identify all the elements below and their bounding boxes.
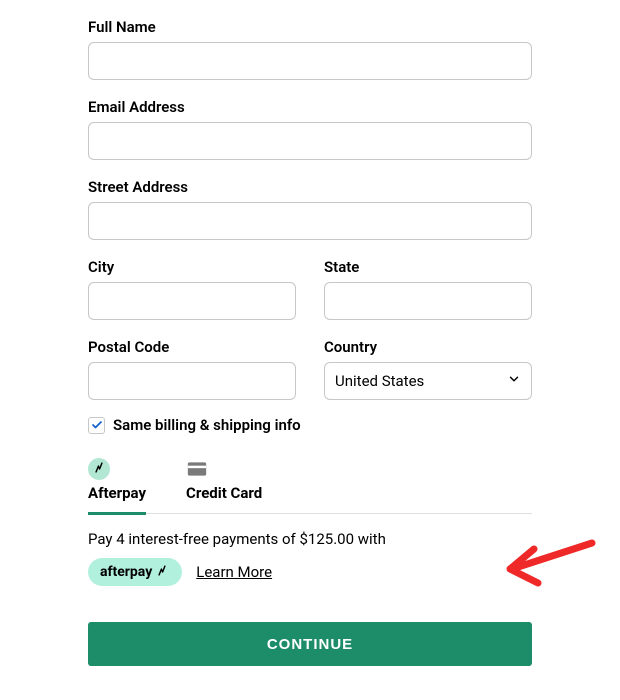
afterpay-message: Pay 4 interest-free payments of $125.00 … bbox=[88, 530, 532, 548]
city-label: City bbox=[88, 258, 296, 276]
creditcard-icon bbox=[186, 458, 208, 480]
tab-creditcard[interactable]: Credit Card bbox=[186, 454, 262, 513]
street-label: Street Address bbox=[88, 178, 532, 196]
afterpay-loop-icon bbox=[154, 565, 170, 579]
tab-creditcard-label: Credit Card bbox=[186, 484, 262, 502]
check-icon bbox=[91, 419, 103, 431]
same-billing-label: Same billing & shipping info bbox=[113, 416, 301, 434]
street-input[interactable] bbox=[88, 202, 532, 240]
payment-tabs: Afterpay Credit Card bbox=[88, 454, 532, 514]
afterpay-badge-text: afterpay bbox=[100, 564, 152, 580]
continue-button[interactable]: CONTINUE bbox=[88, 622, 532, 666]
country-value: United States bbox=[335, 372, 424, 390]
learn-more-link[interactable]: Learn More bbox=[196, 563, 272, 581]
country-label: Country bbox=[324, 338, 532, 356]
state-label: State bbox=[324, 258, 532, 276]
state-input[interactable] bbox=[324, 282, 532, 320]
full-name-label: Full Name bbox=[88, 18, 532, 36]
postal-label: Postal Code bbox=[88, 338, 296, 356]
country-select[interactable]: United States bbox=[324, 362, 532, 400]
city-input[interactable] bbox=[88, 282, 296, 320]
afterpay-icon bbox=[88, 458, 110, 480]
email-label: Email Address bbox=[88, 98, 532, 116]
chevron-down-icon bbox=[507, 372, 521, 390]
afterpay-badge: afterpay bbox=[88, 558, 182, 586]
postal-input[interactable] bbox=[88, 362, 296, 400]
tab-afterpay-label: Afterpay bbox=[88, 484, 146, 502]
same-billing-checkbox[interactable] bbox=[88, 417, 105, 434]
tab-afterpay[interactable]: Afterpay bbox=[88, 454, 146, 515]
full-name-input[interactable] bbox=[88, 42, 532, 80]
email-input[interactable] bbox=[88, 122, 532, 160]
